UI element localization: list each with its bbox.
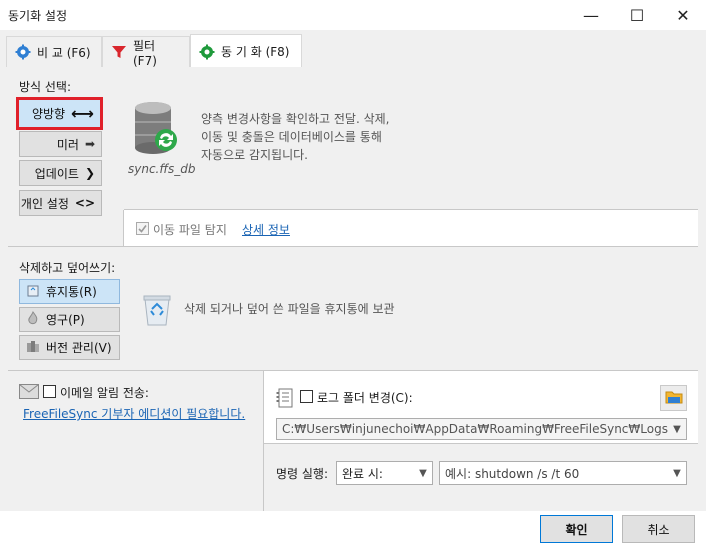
button-label: 미러 — [56, 137, 79, 152]
chevron-down-icon: ▼ — [673, 467, 681, 479]
detect-moved-checkbox[interactable] — [136, 222, 149, 235]
detect-moved-label: 이동 파일 탐지 — [153, 223, 227, 237]
tab-compare[interactable]: 비 교 (F6) — [6, 36, 102, 67]
versioning-button[interactable]: 버전 관리(V) — [19, 335, 120, 360]
log-folder-checkbox[interactable] — [300, 390, 313, 403]
chevron-right-icon: ❯ — [84, 166, 95, 180]
chevron-down-icon: ▼ — [673, 423, 681, 435]
two-way-arrow-icon: ⟷ — [71, 104, 94, 123]
mail-icon — [19, 384, 39, 402]
recycle-bin-icon — [26, 283, 40, 300]
gear-green-icon — [199, 44, 215, 60]
dropdown-value: 완료 시: — [342, 466, 383, 481]
cancel-button[interactable]: 취소 — [622, 515, 695, 543]
window-title: 동기화 설정 — [8, 9, 68, 23]
flame-icon — [26, 310, 40, 328]
button-label: 영구(P) — [46, 313, 85, 327]
funnel-red-icon — [111, 44, 127, 60]
log-file-icon — [276, 388, 294, 411]
button-label: 휴지통(R) — [46, 285, 97, 299]
details-link[interactable]: 상세 정보 — [242, 221, 290, 238]
folder-icon — [665, 389, 683, 407]
versioning-icon — [26, 339, 40, 356]
divider — [264, 443, 698, 444]
tab-label: 동 기 화 (F8) — [221, 45, 290, 59]
email-checkbox[interactable] — [43, 385, 56, 398]
divider — [124, 209, 698, 210]
tab-filter[interactable]: 필터 (F7) — [102, 36, 190, 68]
custom-button[interactable]: 개인 설정 <> — [19, 190, 102, 216]
database-sync-icon — [133, 100, 179, 159]
button-label: 개인 설정 — [20, 196, 69, 211]
brackets-icon: <> — [74, 196, 95, 210]
browse-folder-button[interactable] — [660, 385, 687, 411]
deletion-section-label: 삭제하고 덮어쓰기: — [19, 261, 116, 275]
tab-label: 필터 (F7) — [133, 38, 157, 68]
method-section-label: 방식 선택: — [19, 80, 72, 94]
command-input[interactable]: 예시: shutdown /s /t 60 ▼ — [439, 461, 687, 485]
gear-blue-icon — [15, 44, 31, 60]
divider — [123, 210, 124, 246]
minimize-button[interactable]: — — [568, 0, 614, 30]
method-description: 양측 변경사항을 확인하고 전달. 삭제, 이동 및 충돌은 데이터베이스를 통… — [201, 112, 390, 162]
button-label: 업데이트 — [34, 166, 79, 181]
button-label: 양방향 — [31, 107, 66, 121]
db-file-name: sync.ffs_db — [128, 162, 196, 176]
tab-label: 비 교 (F6) — [37, 45, 91, 60]
mirror-button[interactable]: 미러 ➡ — [19, 131, 102, 157]
chevron-down-icon: ▼ — [419, 467, 427, 479]
recycle-bin-button[interactable]: 휴지통(R) — [19, 279, 120, 304]
command-when-dropdown[interactable]: 완료 시: ▼ — [336, 461, 433, 485]
divider — [8, 246, 698, 247]
log-path-field[interactable]: C:₩Users₩injunechoi₩AppData₩Roaming₩Free… — [276, 418, 687, 440]
email-label: 이메일 알림 전송: — [60, 386, 149, 400]
log-path-text: C:₩Users₩injunechoi₩AppData₩Roaming₩Free… — [282, 422, 668, 436]
update-button[interactable]: 업데이트 ❯ — [19, 160, 102, 186]
tab-sync[interactable]: 동 기 화 (F8) — [190, 34, 302, 68]
ok-button[interactable]: 확인 — [540, 515, 613, 543]
right-arrow-icon: ➡ — [84, 137, 95, 151]
log-folder-label: 로그 폴더 변경(C): — [317, 391, 413, 405]
maximize-button[interactable]: ☐ — [614, 0, 660, 30]
recycle-bin-large-icon — [142, 293, 172, 330]
permanent-delete-button[interactable]: 영구(P) — [19, 307, 120, 332]
command-placeholder: 예시: shutdown /s /t 60 — [445, 466, 580, 481]
deletion-description: 삭제 되거나 덮어 쓴 파일을 휴지통에 보관 — [184, 302, 395, 316]
button-label: 버전 관리(V) — [46, 341, 112, 355]
two-way-button[interactable]: 양방향 ⟷ — [16, 97, 103, 130]
command-label: 명령 실행: — [276, 467, 329, 481]
donation-edition-link[interactable]: FreeFileSync 기부자 에디션이 필요합니다. — [23, 405, 245, 422]
close-button[interactable]: ✕ — [660, 0, 706, 30]
